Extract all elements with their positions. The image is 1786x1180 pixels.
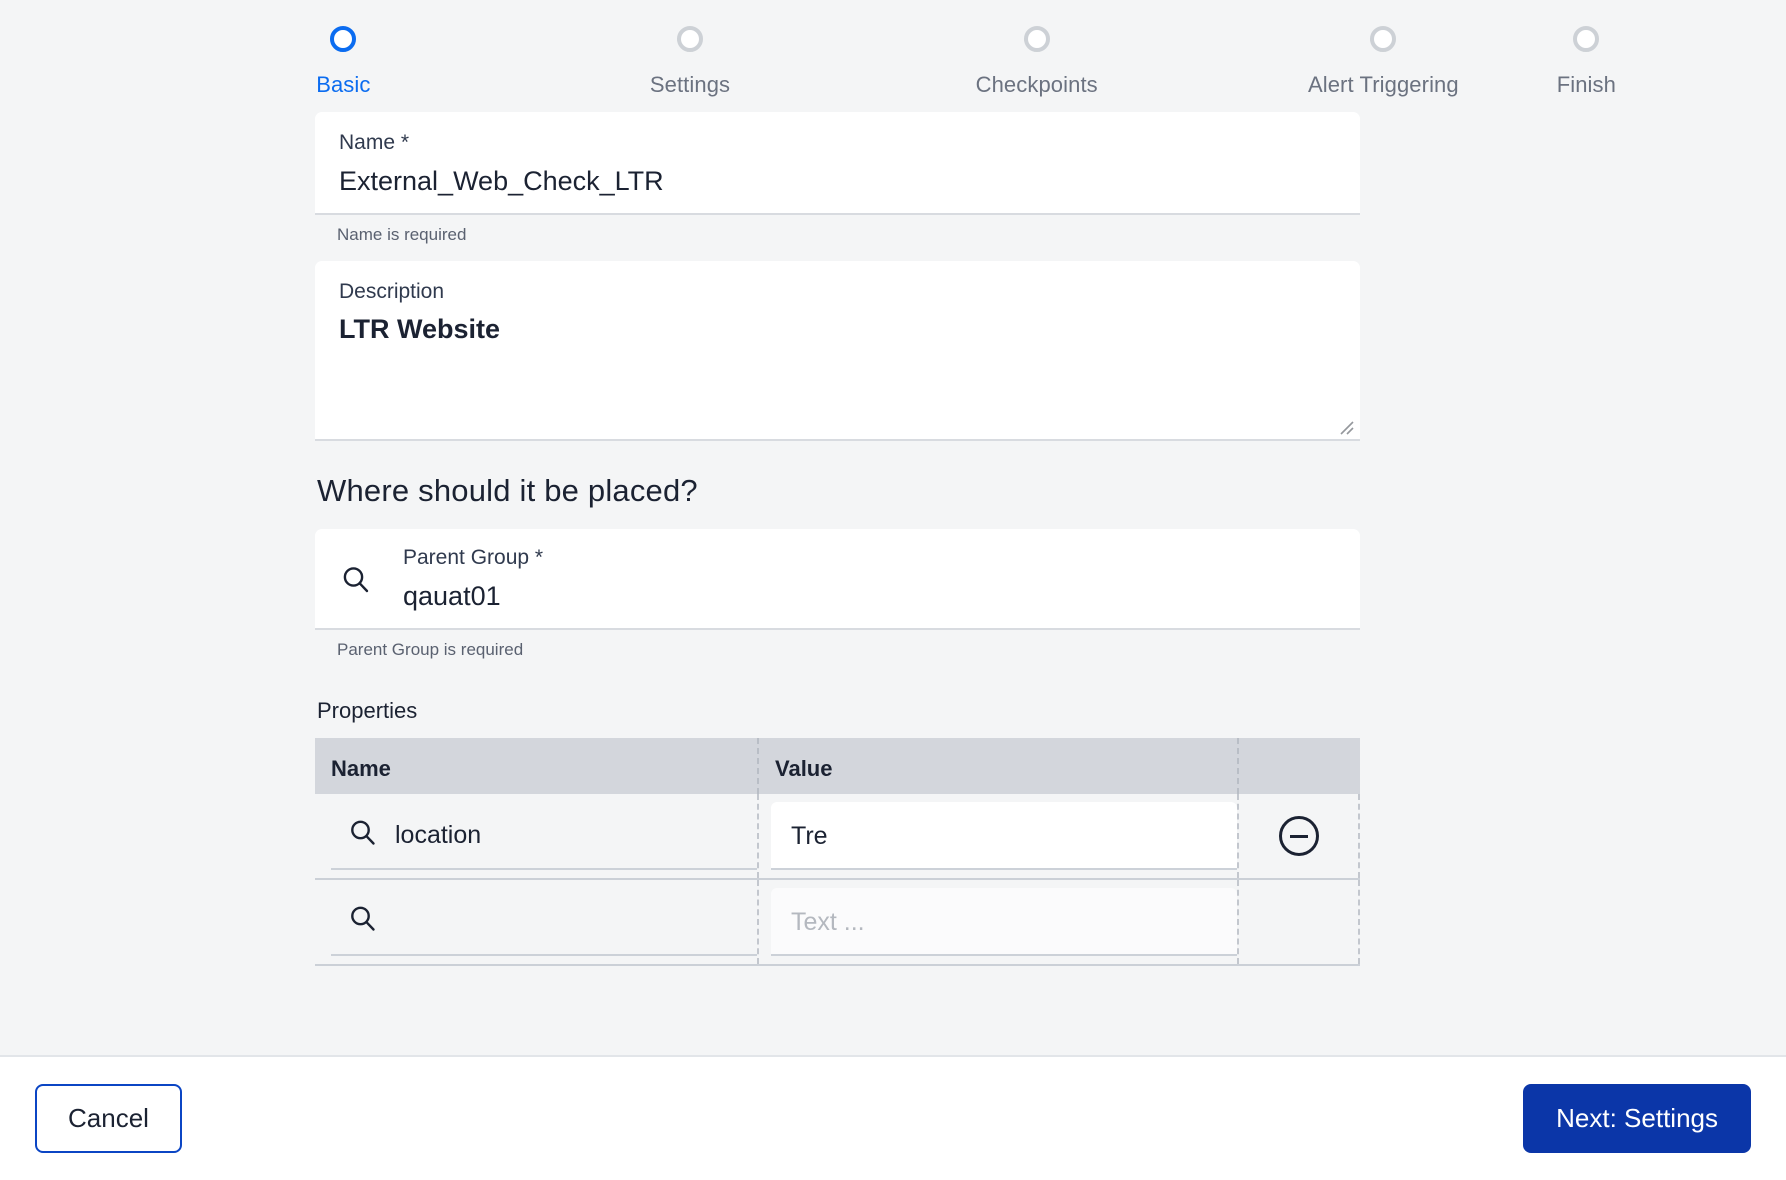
description-field[interactable]: Description LTR Website <box>315 261 1360 442</box>
wizard-page: Basic Settings Checkpoints Alert Trigger… <box>0 0 1786 1180</box>
stepper-dot-wrap-settings <box>677 22 703 56</box>
property-name-cell[interactable] <box>315 880 757 964</box>
stepper-dot-wrap-checkpoints <box>1023 22 1050 56</box>
property-name-value: location <box>395 820 482 849</box>
name-field-label: Name * <box>339 131 410 154</box>
properties-table-body: location <box>315 794 1360 967</box>
row-divider <box>315 964 1360 967</box>
cancel-button[interactable]: Cancel <box>35 1084 182 1153</box>
stepper-label-basic: Basic <box>316 72 371 97</box>
name-input[interactable]: External_Web_Check_LTR <box>339 165 1336 199</box>
form-scroll-area: Name * External_Web_Check_LTR Name is re… <box>0 112 1786 1055</box>
resize-handle-icon[interactable] <box>1336 417 1354 435</box>
stepper-dot-basic <box>330 26 357 52</box>
description-input[interactable]: LTR Website <box>339 314 1336 345</box>
stepper-dot-finish <box>1573 26 1600 52</box>
next-settings-button[interactable]: Next: Settings <box>1523 1084 1751 1153</box>
description-field-label: Description <box>339 280 445 304</box>
search-icon <box>339 563 373 597</box>
form-content: Name * External_Web_Check_LTR Name is re… <box>315 112 1360 967</box>
stepper-dot-settings <box>677 26 703 52</box>
stepper-dot-wrap-finish <box>1573 22 1600 56</box>
property-name-inner <box>331 888 757 957</box>
column-header-name: Name <box>315 738 757 795</box>
property-action-cell <box>1237 794 1360 879</box>
property-value-input[interactable] <box>771 802 1237 871</box>
remove-row-button[interactable] <box>1278 816 1319 857</box>
stepper-label-settings: Settings <box>649 72 731 97</box>
stepper-steps: Basic Settings Checkpoints Alert Trigger… <box>170 22 1616 98</box>
properties-table-header: Name Value <box>315 738 1360 795</box>
property-name-inner: location <box>331 802 757 871</box>
properties-title: Properties <box>317 698 418 724</box>
minus-icon <box>1289 834 1308 838</box>
search-icon[interactable] <box>347 903 379 940</box>
stepper-step-checkpoints[interactable]: Checkpoints <box>863 22 1210 98</box>
property-name-cell[interactable]: location <box>315 794 757 878</box>
stepper-label-finish: Finish <box>1556 72 1616 97</box>
parent-group-label: Parent Group * <box>403 546 544 570</box>
table-row <box>315 880 1360 965</box>
property-value-cell[interactable] <box>757 880 1237 965</box>
parent-group-helper: Parent Group is required <box>337 640 524 660</box>
properties-table: Name Value location Tre Text ... <box>315 738 1360 967</box>
property-value-input[interactable] <box>771 888 1237 957</box>
table-row: location <box>315 794 1360 879</box>
wizard-stepper: Basic Settings Checkpoints Alert Trigger… <box>0 0 1786 112</box>
column-header-value: Value <box>757 738 1237 795</box>
stepper-label-alert-triggering: Alert Triggering <box>1307 72 1459 97</box>
stepper-dot-wrap-basic <box>330 22 357 56</box>
parent-group-field[interactable]: Parent Group * qauat01 <box>315 529 1360 631</box>
stepper-dot-alert-triggering <box>1370 26 1397 52</box>
stepper-step-basic[interactable]: Basic <box>170 22 517 98</box>
stepper-step-alert-triggering[interactable]: Alert Triggering <box>1210 22 1557 98</box>
stepper-step-settings[interactable]: Settings <box>517 22 864 98</box>
search-icon[interactable] <box>347 817 379 854</box>
property-value-cell[interactable] <box>757 794 1237 879</box>
name-field[interactable]: Name * External_Web_Check_LTR <box>315 112 1360 216</box>
stepper-dot-wrap-alert-triggering <box>1370 22 1397 56</box>
stepper-dot-checkpoints <box>1023 26 1050 52</box>
stepper-label-checkpoints: Checkpoints <box>975 72 1098 97</box>
stepper-step-finish[interactable]: Finish <box>1557 22 1616 98</box>
parent-group-textcol: Parent Group * qauat01 <box>389 545 1336 614</box>
column-header-action <box>1237 738 1360 795</box>
name-field-helper: Name is required <box>337 225 467 245</box>
placement-section-title: Where should it be placed? <box>317 473 698 509</box>
property-action-cell <box>1237 880 1360 965</box>
parent-group-input[interactable]: qauat01 <box>403 580 1336 614</box>
wizard-footer: Cancel Next: Settings <box>0 1055 1786 1180</box>
